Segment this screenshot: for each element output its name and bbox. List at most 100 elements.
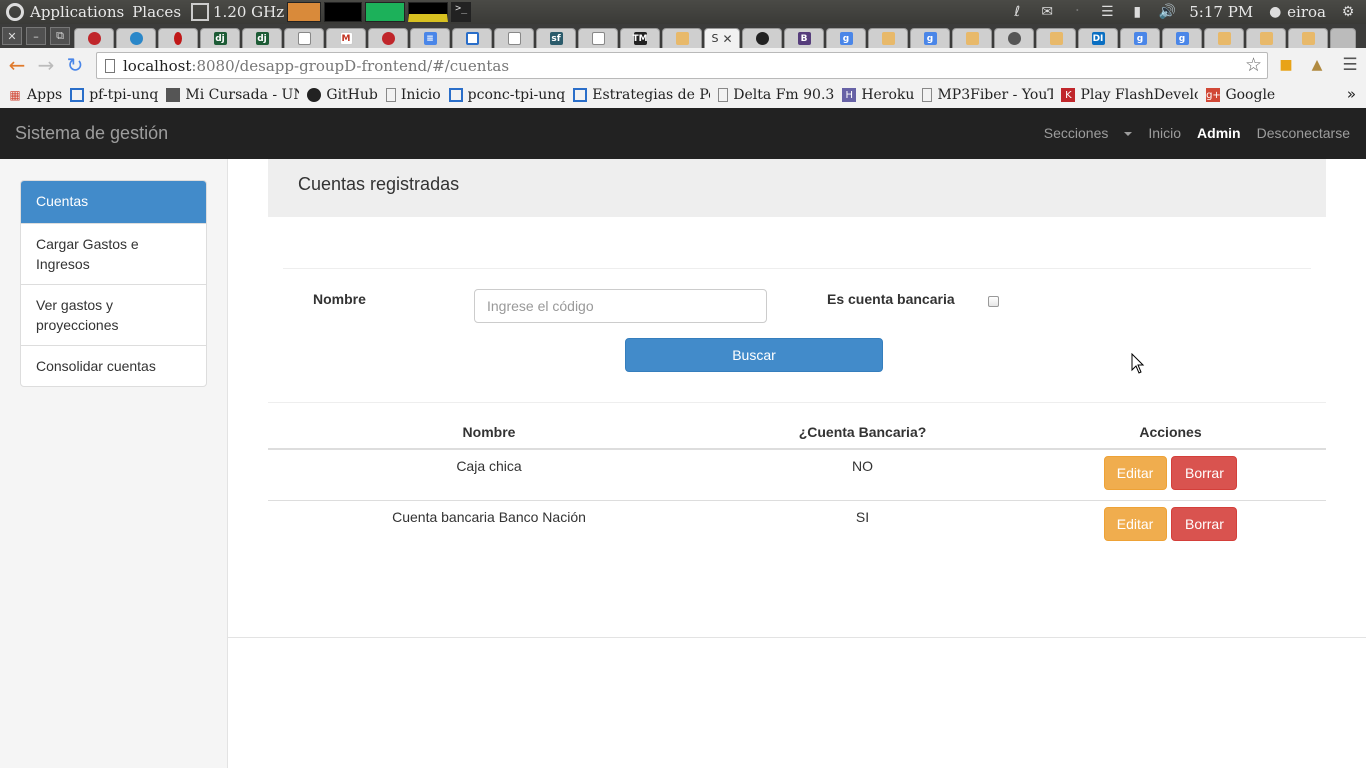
battery-icon[interactable]: ▮: [1129, 4, 1145, 20]
tab[interactable]: [284, 28, 324, 48]
sidebar-item-consolidar[interactable]: Consolidar cuentas: [21, 345, 206, 386]
new-tab-button[interactable]: [1330, 28, 1356, 48]
bookmark-inicio[interactable]: Inicio: [385, 87, 441, 103]
nav-desconectarse[interactable]: Desconectarse: [1257, 125, 1350, 141]
tab[interactable]: [74, 28, 114, 48]
bookmark-github[interactable]: GitHub: [307, 87, 378, 103]
chrome-menu-icon[interactable]: ☰: [1341, 55, 1359, 75]
address-bar[interactable]: localhost:8080/desapp-groupD-frontend/#/…: [96, 52, 1268, 79]
bookmarks-overflow-icon[interactable]: »: [1347, 85, 1356, 103]
tab[interactable]: M: [326, 28, 366, 48]
user-menu[interactable]: ● eiroa: [1267, 3, 1326, 21]
window-minimize-icon[interactable]: –: [26, 27, 46, 45]
weather-fish-icon[interactable]: [287, 2, 322, 22]
tab[interactable]: TM: [620, 28, 660, 48]
tab[interactable]: [1036, 28, 1076, 48]
tab[interactable]: sf: [536, 28, 576, 48]
sheet-favicon-icon: [465, 32, 479, 45]
tab[interactable]: DI: [1078, 28, 1118, 48]
bookmark-google[interactable]: g+ Google: [1206, 87, 1275, 103]
sidebar-item-cargar-gastos[interactable]: Cargar Gastos e Ingresos: [21, 223, 206, 284]
thermometer-icon[interactable]: ℓ: [1009, 4, 1025, 20]
tab[interactable]: [868, 28, 908, 48]
bookmark-estrategias[interactable]: Estrategias de Per: [573, 87, 710, 103]
tab[interactable]: [1288, 28, 1328, 48]
app-brand[interactable]: Sistema de gestión: [15, 123, 168, 144]
tab[interactable]: [368, 28, 408, 48]
bookmark-apps[interactable]: ▦ Apps: [8, 87, 62, 103]
tab[interactable]: [116, 28, 156, 48]
extension-lock-icon[interactable]: ▲: [1308, 56, 1326, 74]
es-cuenta-bancaria-label: Es cuenta bancaria: [827, 291, 955, 307]
applications-menu[interactable]: Applications: [30, 3, 124, 21]
orange-favicon-icon: [1259, 32, 1273, 45]
tab[interactable]: [952, 28, 992, 48]
bookmark-mi-cursada[interactable]: Mi Cursada - UNQ: [166, 87, 299, 103]
main-content: Cuentas registradas Nombre Es cuenta ban…: [228, 159, 1366, 638]
places-menu[interactable]: Places: [132, 3, 181, 21]
window-close-icon[interactable]: ✕: [2, 27, 22, 45]
document-icon: [70, 88, 85, 102]
tab[interactable]: g: [826, 28, 866, 48]
bookmark-heroku[interactable]: H Heroku: [842, 87, 914, 103]
tab[interactable]: [1246, 28, 1286, 48]
table-row: Cuenta bancaria Banco Nación SI Editar B…: [268, 499, 1326, 551]
bookmark-pf-tpi-unq[interactable]: pf-tpi-unq: [70, 87, 158, 103]
tab[interactable]: g: [1162, 28, 1202, 48]
nav-secciones-dropdown[interactable]: Secciones: [1028, 125, 1133, 141]
ubuntu-logo-icon[interactable]: [6, 3, 24, 21]
tab-active[interactable]: S ✕: [704, 28, 740, 48]
window-restore-icon[interactable]: ⧉: [50, 27, 70, 45]
tab[interactable]: [662, 28, 702, 48]
tab[interactable]: g: [1120, 28, 1160, 48]
sidebar-item-ver-gastos[interactable]: Ver gastos y proyecciones: [21, 284, 206, 345]
tab[interactable]: [994, 28, 1034, 48]
cell-acciones: Editar Borrar: [1015, 449, 1326, 500]
sidebar-item-cuentas[interactable]: Cuentas: [21, 181, 206, 223]
tab[interactable]: [578, 28, 618, 48]
editar-button[interactable]: Editar: [1103, 456, 1167, 490]
bookmark-play-flashdevelop[interactable]: K Play FlashDevelop: [1061, 87, 1198, 103]
tab[interactable]: dj: [242, 28, 282, 48]
active-tab-title: S: [711, 32, 719, 45]
tab[interactable]: [1204, 28, 1244, 48]
tab[interactable]: [742, 28, 782, 48]
borrar-button[interactable]: Borrar: [1171, 506, 1238, 541]
editar-button[interactable]: Editar: [1103, 506, 1167, 541]
tab[interactable]: [158, 28, 198, 48]
nav-admin[interactable]: Admin: [1197, 125, 1241, 141]
extension-cube-icon[interactable]: ■: [1277, 56, 1295, 74]
volume-icon[interactable]: 🔊: [1159, 4, 1176, 20]
bookmark-label: pf-tpi-unq: [89, 87, 159, 103]
bookmark-star-icon[interactable]: ☆: [1245, 54, 1262, 76]
cell-bancaria: SI: [710, 499, 1015, 551]
browser-tab-strip: ✕ – ⧉ dj dj M ≡ sf TM S ✕ B g g DI g g: [0, 24, 1366, 48]
tab-close-icon[interactable]: ✕: [722, 32, 732, 46]
bookmark-delta-fm[interactable]: Delta Fm 90.3: [718, 87, 834, 103]
terminal-icon[interactable]: >_: [451, 2, 472, 22]
image-icon: [166, 88, 181, 102]
nombre-search-input[interactable]: [474, 289, 767, 323]
tab[interactable]: [452, 28, 492, 48]
wifi-icon[interactable]: ☰: [1099, 4, 1115, 20]
es-cuenta-bancaria-checkbox[interactable]: [988, 296, 999, 307]
mail-icon[interactable]: ✉: [1039, 4, 1055, 20]
borrar-button[interactable]: Borrar: [1171, 456, 1238, 490]
bookmark-mp3fiber[interactable]: MP3Fiber - YouTu: [922, 87, 1053, 103]
tab[interactable]: g: [910, 28, 950, 48]
tab[interactable]: ≡: [410, 28, 450, 48]
reload-icon[interactable]: ↻: [63, 53, 87, 77]
buscar-button[interactable]: Buscar: [625, 338, 883, 372]
tab[interactable]: B: [784, 28, 824, 48]
clock[interactable]: 5:17 PM: [1189, 3, 1253, 21]
bookmark-label: Google: [1225, 87, 1276, 103]
forward-arrow-icon[interactable]: →: [34, 53, 58, 77]
tab[interactable]: [494, 28, 534, 48]
back-arrow-icon[interactable]: ←: [5, 53, 29, 77]
page-favicon-icon: [297, 32, 311, 45]
settings-gear-icon[interactable]: ⚙: [1340, 4, 1356, 20]
nav-inicio[interactable]: Inicio: [1148, 125, 1181, 141]
tab[interactable]: dj: [200, 28, 240, 48]
bookmark-pconc-tpi-unq[interactable]: pconc-tpi-unq: [448, 87, 565, 103]
bluetooth-icon[interactable]: ᛫: [1069, 4, 1085, 20]
